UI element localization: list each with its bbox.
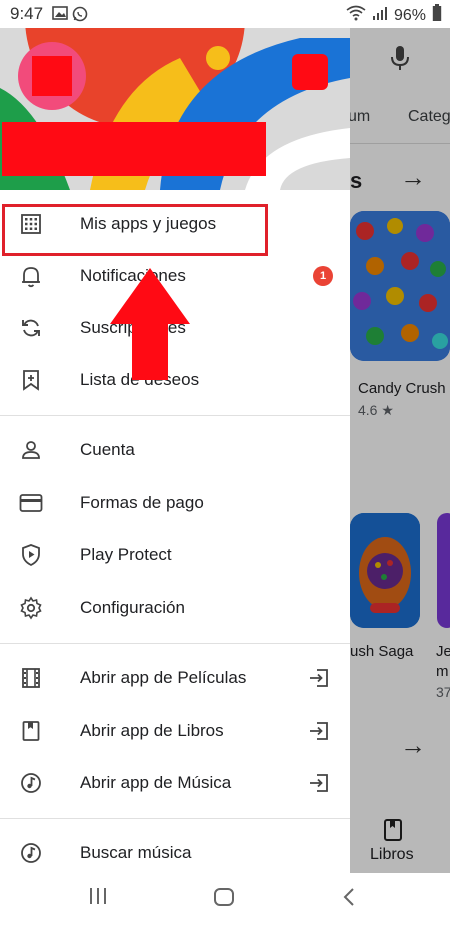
film-icon: [18, 665, 44, 691]
navigation-drawer: Mis apps y juegos Notificaciones 1 Suscr…: [0, 28, 350, 873]
menu-item-label: Buscar música: [80, 843, 192, 862]
menu-item-open-movies[interactable]: Abrir app de Películas: [0, 652, 350, 704]
chevron-down-icon[interactable]: [314, 156, 326, 162]
highlight-box: [2, 204, 268, 256]
menu-item-play-protect[interactable]: Play Protect: [0, 529, 350, 581]
back-icon[interactable]: [342, 887, 356, 912]
bell-icon: [18, 263, 44, 289]
battery-percent: 96%: [393, 6, 426, 24]
refresh-icon: [18, 315, 44, 341]
music-note-icon: [18, 840, 44, 866]
open-external-icon: [306, 665, 332, 691]
recent-apps-icon[interactable]: [88, 887, 108, 910]
menu-item-open-books[interactable]: Abrir app de Libros: [0, 705, 350, 757]
menu-item-label: Play Protect: [80, 545, 172, 564]
shield-play-icon: [18, 542, 44, 568]
open-external-icon: [306, 770, 332, 796]
secondary-avatar[interactable]: [292, 54, 328, 90]
menu-item-label: Cuenta: [80, 440, 135, 459]
menu-item-open-music[interactable]: Abrir app de Música: [0, 757, 350, 809]
menu-divider: [0, 818, 350, 819]
status-bar: 9:47 96%: [0, 0, 450, 28]
person-icon: [18, 437, 44, 463]
credit-card-icon: [18, 490, 44, 516]
book-icon: [18, 718, 44, 744]
menu-item-label: Abrir app de Música: [80, 773, 232, 792]
signal-icon: [372, 5, 388, 26]
menu-item-settings[interactable]: Configuración: [0, 582, 350, 634]
menu-divider: [0, 415, 350, 416]
battery-icon: [432, 4, 442, 27]
menu-item-label: Configuración: [80, 598, 185, 617]
wifi-icon: [346, 5, 366, 26]
image-icon: [52, 6, 68, 25]
menu-item-search-music[interactable]: Buscar música: [0, 827, 350, 873]
music-note-icon: [18, 770, 44, 796]
account-name-redacted: [2, 122, 266, 176]
menu-item-payment-methods[interactable]: Formas de pago: [0, 477, 350, 529]
menu-item-label: Abrir app de Libros: [80, 721, 224, 740]
account-header: [0, 28, 350, 190]
menu-item-label: Formas de pago: [80, 493, 204, 512]
menu-item-label: Abrir app de Películas: [80, 668, 247, 687]
red-arrow-annotation: [110, 268, 190, 380]
avatar[interactable]: [18, 42, 86, 110]
menu-item-account[interactable]: Cuenta: [0, 424, 350, 476]
system-nav-bar: [0, 873, 450, 925]
bookmark-add-icon: [18, 367, 44, 393]
home-icon[interactable]: [213, 887, 235, 912]
gear-icon: [18, 595, 44, 621]
open-external-icon: [306, 718, 332, 744]
menu-divider: [0, 643, 350, 644]
notification-badge: 1: [313, 266, 333, 286]
whatsapp-icon: [72, 6, 88, 27]
status-time: 9:47: [10, 4, 44, 23]
